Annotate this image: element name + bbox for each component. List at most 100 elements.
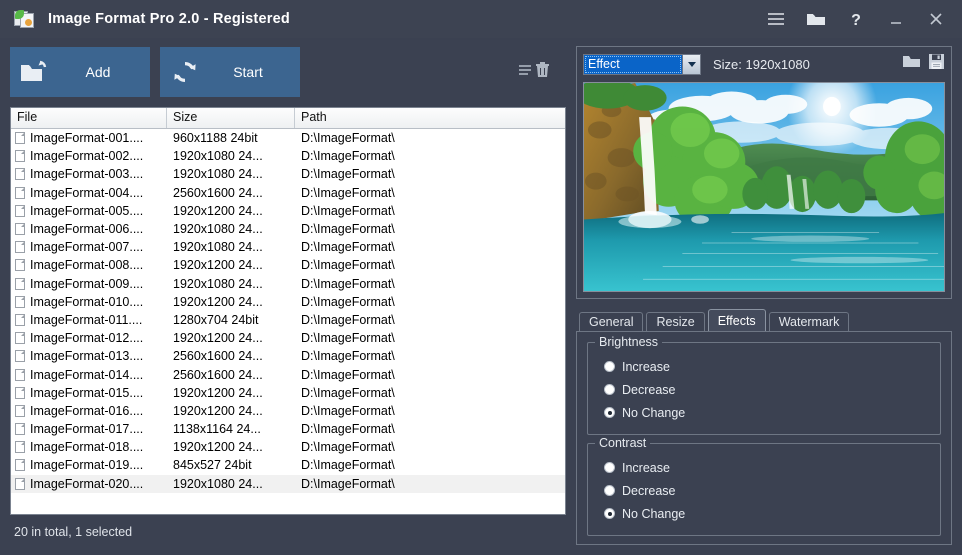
radio-indicator	[604, 485, 615, 496]
minimize-icon[interactable]	[876, 1, 916, 37]
cell-path: D:\ImageFormat\	[301, 276, 395, 291]
table-row[interactable]: ImageFormat-004.... 2560x1600 24... D:\Ima…	[11, 184, 565, 202]
cell-path: D:\ImageFormat\	[301, 440, 395, 455]
preview-panel: Effect Size: 1920x1080	[576, 46, 952, 299]
file-name: ImageFormat-007....	[30, 240, 144, 255]
table-row[interactable]: ImageFormat-003.... 1920x1080 24... D:\Ima…	[11, 165, 565, 183]
table-row[interactable]: ImageFormat-020.... 1920x1080 24... D:\Ima…	[11, 474, 565, 493]
document-icon	[15, 459, 25, 472]
contrast-radio-increase[interactable]: Increase	[604, 456, 930, 479]
tab-resize[interactable]: Resize	[646, 312, 705, 332]
contrast-radio-no-change[interactable]: No Change	[604, 502, 930, 525]
table-row[interactable]: ImageFormat-010.... 1920x1200 24... D:\Ima…	[11, 293, 565, 311]
cell-file: ImageFormat-008....	[11, 258, 167, 272]
cell-path: D:\ImageFormat\	[301, 203, 395, 218]
cell-size: 1920x1080 24...	[173, 476, 263, 491]
help-icon[interactable]: ?	[836, 1, 876, 37]
cell-file: ImageFormat-013....	[11, 349, 167, 363]
add-button[interactable]: Add	[10, 47, 150, 97]
brightness-radio-increase[interactable]: Increase	[604, 355, 930, 378]
save-disk-icon[interactable]	[928, 53, 945, 75]
close-icon[interactable]	[916, 1, 956, 37]
radio-label: No Change	[622, 506, 686, 521]
tab-effects[interactable]: Effects	[707, 309, 766, 332]
cell-path: D:\ImageFormat\	[301, 185, 395, 200]
preview-image	[583, 82, 945, 292]
table-row[interactable]: ImageFormat-018.... 1920x1200 24... D:\Ima…	[11, 438, 565, 456]
document-icon	[15, 277, 25, 290]
tab-general[interactable]: General	[579, 312, 644, 332]
table-row[interactable]: ImageFormat-014.... 2560x1600 24... D:\Ima…	[11, 365, 565, 383]
document-icon	[15, 477, 25, 490]
file-list-body[interactable]: ImageFormat-001.... 960x1188 24bit D:\Imag…	[11, 129, 565, 514]
table-row[interactable]: ImageFormat-015.... 1920x1200 24... D:\Ima…	[11, 384, 565, 402]
column-header-path[interactable]: Path	[295, 108, 565, 128]
trash-icon[interactable]	[535, 61, 550, 83]
chevron-down-icon[interactable]	[682, 54, 700, 74]
table-row[interactable]: ImageFormat-017.... 1138x1164 24... D:\Ima…	[11, 420, 565, 438]
cell-path: D:\ImageFormat\	[301, 331, 395, 346]
table-row[interactable]: ImageFormat-012.... 1920x1200 24... D:\Ima…	[11, 329, 565, 347]
file-name: ImageFormat-016....	[30, 403, 144, 418]
file-name: ImageFormat-010....	[30, 294, 144, 309]
preview-mode-select[interactable]: Effect	[583, 53, 701, 75]
open-folder-icon[interactable]	[902, 53, 921, 75]
app-icon	[14, 9, 36, 29]
cell-path: D:\ImageFormat\	[301, 149, 395, 164]
brightness-group: Brightness Increase Decrease No Change	[587, 335, 941, 435]
cell-size: 1920x1200 24...	[173, 203, 263, 218]
table-row[interactable]: ImageFormat-006.... 1920x1080 24... D:\Ima…	[11, 220, 565, 238]
cell-size: 2560x1600 24...	[173, 367, 263, 382]
cell-path: D:\ImageFormat\	[301, 458, 395, 473]
brightness-radio-no-change[interactable]: No Change	[604, 401, 930, 424]
column-header-file[interactable]: File	[11, 108, 167, 128]
cell-file: ImageFormat-007....	[11, 240, 167, 254]
document-icon	[15, 259, 25, 272]
title-bar: Image Format Pro 2.0 - Registered ?	[0, 0, 962, 38]
cell-path: D:\ImageFormat\	[301, 222, 395, 237]
settings-tabs[interactable]: General Resize Effects Watermark	[576, 309, 952, 332]
document-icon	[15, 150, 25, 163]
cell-file: ImageFormat-019....	[11, 458, 167, 472]
file-name: ImageFormat-013....	[30, 349, 144, 364]
radio-label: Increase	[622, 359, 670, 374]
contrast-radio-decrease[interactable]: Decrease	[604, 479, 930, 502]
document-icon	[15, 168, 25, 181]
preview-mode-value: Effect	[584, 54, 682, 74]
radio-label: No Change	[622, 405, 686, 420]
table-row[interactable]: ImageFormat-013.... 2560x1600 24... D:\Ima…	[11, 347, 565, 365]
table-row[interactable]: ImageFormat-019.... 845x527 24bit D:\Image…	[11, 456, 565, 474]
cell-file: ImageFormat-017....	[11, 422, 167, 436]
folder-icon[interactable]	[796, 1, 836, 37]
table-row[interactable]: ImageFormat-016.... 1920x1200 24... D:\Ima…	[11, 402, 565, 420]
table-row[interactable]: ImageFormat-008.... 1920x1200 24... D:\Ima…	[11, 256, 565, 274]
cell-path: D:\ImageFormat\	[301, 294, 395, 309]
tab-watermark[interactable]: Watermark	[768, 312, 850, 332]
cell-file: ImageFormat-018....	[11, 440, 167, 454]
table-row[interactable]: ImageFormat-007.... 1920x1080 24... D:\Ima…	[11, 238, 565, 256]
cell-path: D:\ImageFormat\	[301, 312, 395, 327]
file-list-header: File Size Path	[11, 108, 565, 129]
list-icon[interactable]	[518, 63, 532, 82]
cell-size: 1920x1080 24...	[173, 276, 263, 291]
table-row[interactable]: ImageFormat-011.... 1280x704 24bit D:\Imag…	[11, 311, 565, 329]
cell-file: ImageFormat-014....	[11, 368, 167, 382]
cell-path: D:\ImageFormat\	[301, 131, 395, 146]
contrast-group: Contrast Increase Decrease No Change	[587, 436, 941, 536]
document-icon	[15, 186, 25, 199]
start-button[interactable]: Start	[160, 47, 300, 97]
table-row[interactable]: ImageFormat-009.... 1920x1080 24... D:\Ima…	[11, 275, 565, 293]
window-body: Add Start File Size Path ImageFormat-001…	[0, 38, 962, 555]
table-row[interactable]: ImageFormat-002.... 1920x1080 24... D:\Ima…	[11, 147, 565, 165]
column-header-size[interactable]: Size	[167, 108, 295, 128]
file-list[interactable]: File Size Path ImageFormat-001.... 960x11…	[10, 107, 566, 515]
cell-path: D:\ImageFormat\	[301, 367, 395, 382]
table-row[interactable]: ImageFormat-001.... 960x1188 24bit D:\Imag…	[11, 129, 565, 147]
file-name: ImageFormat-003....	[30, 167, 144, 182]
table-row[interactable]: ImageFormat-005.... 1920x1200 24... D:\Ima…	[11, 202, 565, 220]
brightness-radio-decrease[interactable]: Decrease	[604, 378, 930, 401]
add-button-label: Add	[85, 64, 111, 80]
cell-file: ImageFormat-016....	[11, 404, 167, 418]
menu-icon[interactable]	[756, 1, 796, 37]
cell-size: 960x1188 24bit	[173, 131, 258, 146]
